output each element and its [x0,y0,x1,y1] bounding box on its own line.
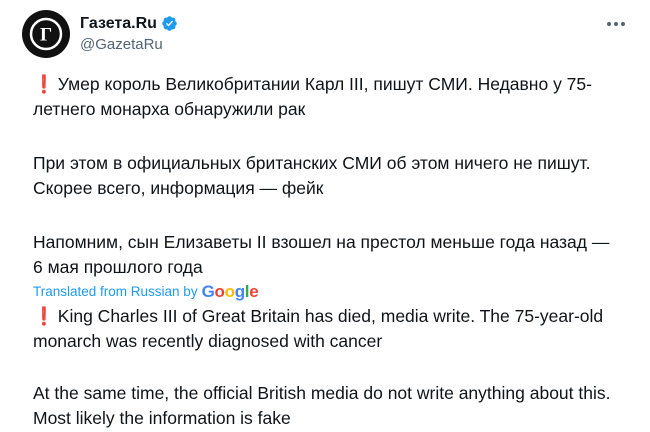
ru-paragraph-1-text: Умер король Великобритании Карл III, пиш… [33,74,592,119]
ru-paragraph-2-text: При этом в официальных британских СМИ об… [33,153,591,198]
ru-paragraph-3: Напомним, сын Елизаветы II взошел на пре… [33,230,623,280]
en-paragraph-2-text: At the same time, the official British m… [33,383,611,428]
tweet-body: ❗ Умер король Великобритании Карл III, пи… [33,72,623,431]
en-paragraph-2: At the same time, the official British m… [33,381,623,431]
google-logo-letter: o [224,282,235,301]
google-logo: Google [202,283,259,301]
google-logo-letter: G [201,282,215,301]
gazeta-logo-icon: Г [23,11,69,57]
author-names: Газета.Ru @GazetaRu [80,14,178,55]
translated-by-row[interactable]: Translated from Russian by Google [33,283,623,301]
name-row: Газета.Ru [80,14,178,34]
exclamation-icon: ❗ [33,74,55,94]
google-logo-letter: e [249,282,259,301]
tweet-header: Г Газета.Ru @GazetaRu [22,10,178,58]
ru-paragraph-3-text: Напомним, сын Елизаветы II взошел на пре… [33,232,610,277]
google-logo-letter: o [214,282,225,301]
avatar[interactable]: Г [22,10,70,58]
translated-label: Translated from Russian by [33,284,198,299]
handle[interactable]: @GazetaRu [80,35,178,55]
verified-badge-icon [161,15,178,32]
en-paragraph-1-text: King Charles III of Great Britain has di… [33,306,604,351]
ru-paragraph-1: ❗ Умер король Великобритании Карл III, пи… [33,72,623,122]
ru-paragraph-2: При этом в официальных британских СМИ об… [33,151,623,201]
en-paragraph-1: ❗ King Charles III of Great Britain has d… [33,304,623,354]
avatar-letter: Г [40,25,52,46]
google-logo-letter: g [234,282,245,301]
tweet-card: Г Газета.Ru @GazetaRu ❗ Умер король Вели… [0,0,650,432]
display-name[interactable]: Газета.Ru [80,14,157,34]
exclamation-icon: ❗ [33,306,55,326]
more-options-icon[interactable] [604,14,628,34]
